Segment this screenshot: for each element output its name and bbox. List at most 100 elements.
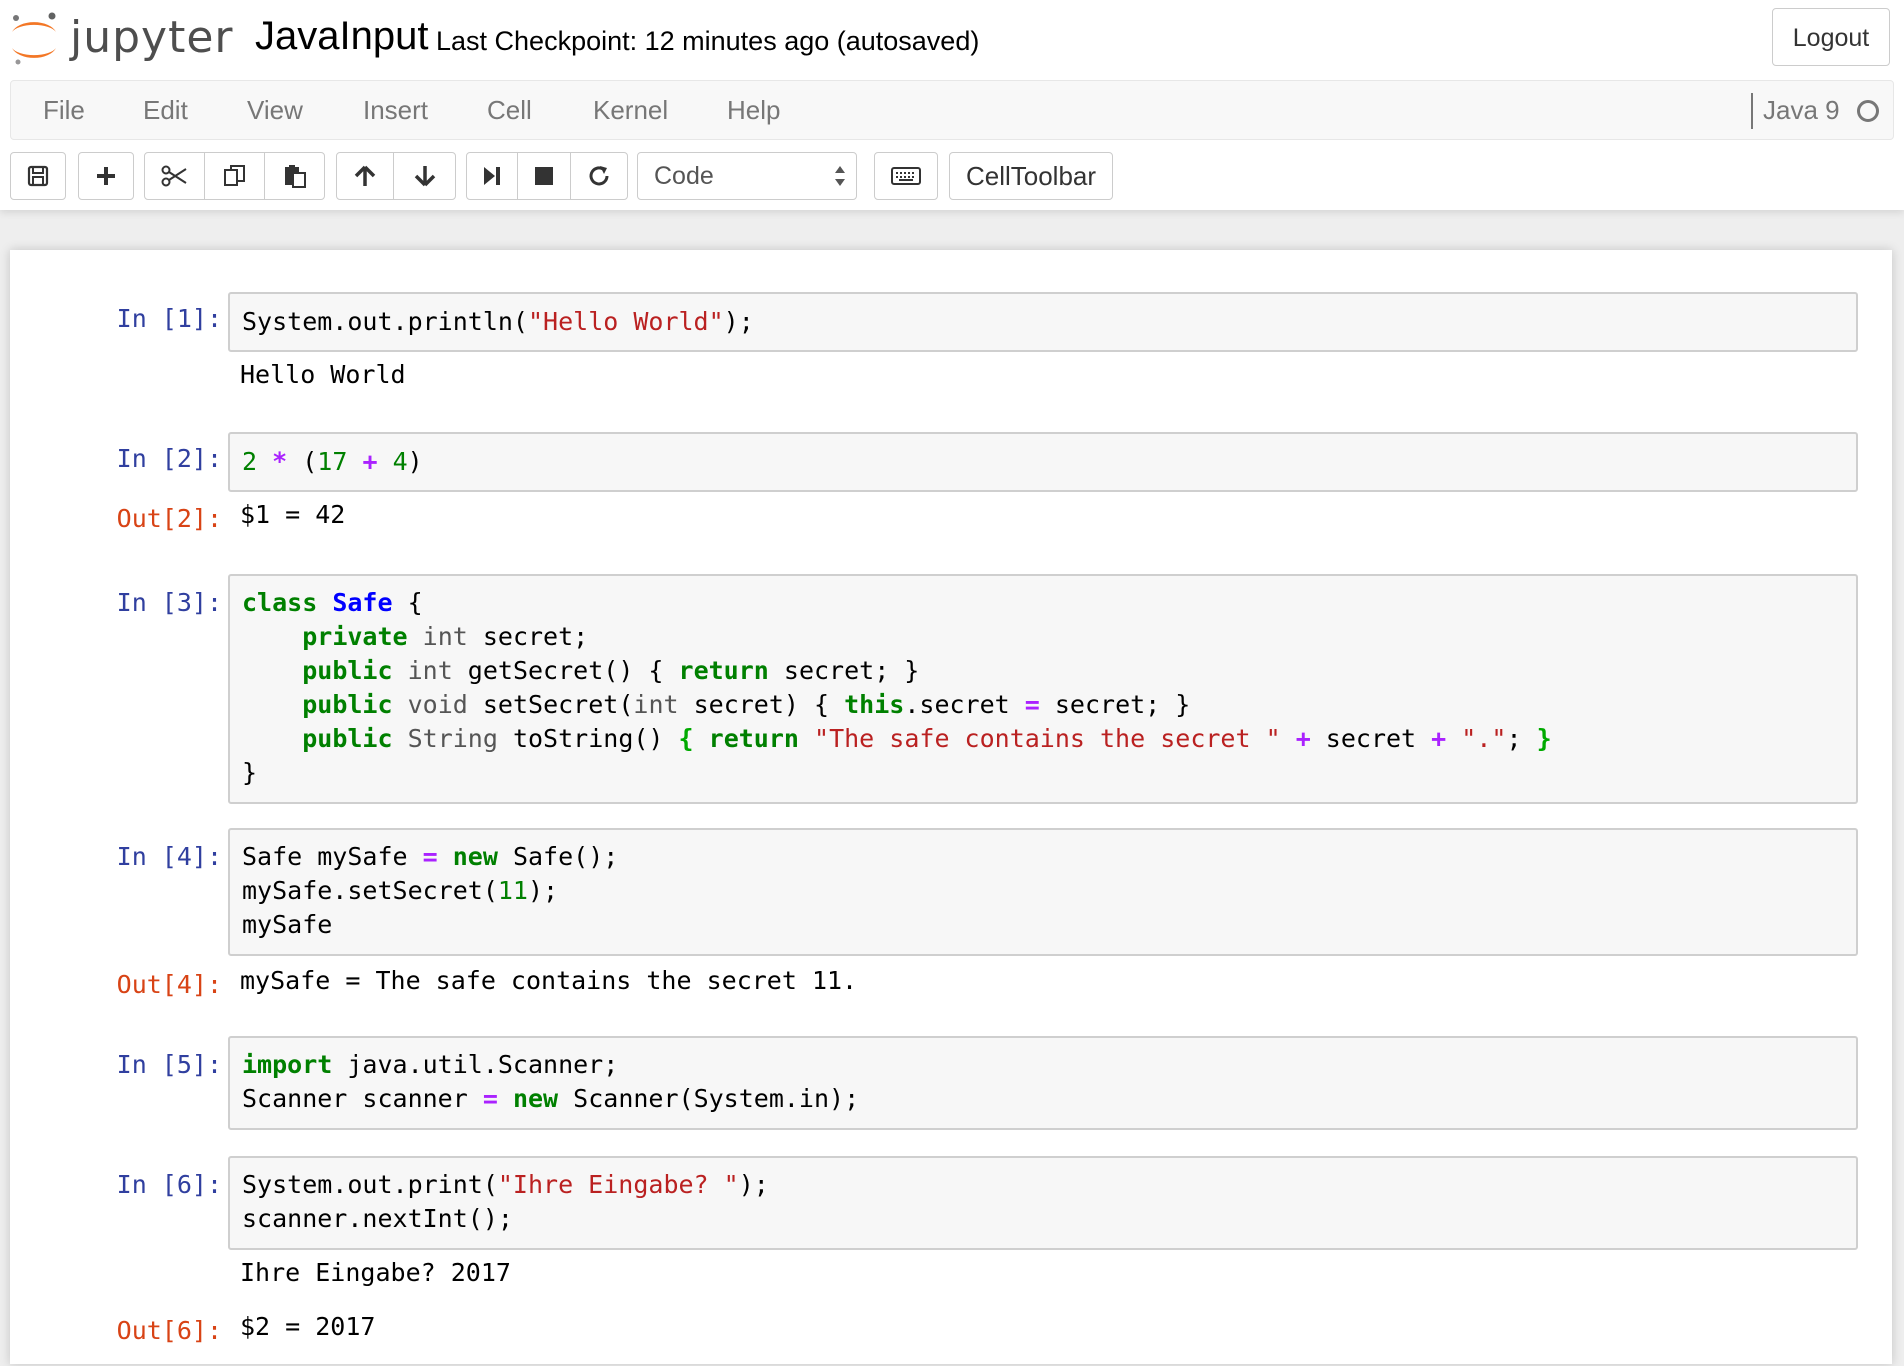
code-cell[interactable]: In [2]: 2 * (17 + 4) Out[2]: $1 = 42 [10,432,1892,542]
code-input[interactable]: 2 * (17 + 4) [228,432,1858,492]
code-token: public void setSecret(int secret) { this… [302,690,1191,719]
jupyter-logo-icon [12,12,56,65]
insert-cell-button[interactable] [78,152,134,200]
keyboard-icon [891,167,921,185]
stream-output: Hello World [240,360,406,389]
code-token: public int getSecret() { return secret; … [302,656,920,685]
menu-cell[interactable]: Cell [487,81,532,139]
code-line: System.out.print("Ihre Eingabe? "); [242,1168,769,1202]
kernel-name[interactable]: Java 9 [1763,81,1840,139]
stream-output: Ihre Eingabe? 2017 [240,1258,511,1287]
code-input[interactable]: System.out.println("Hello World"); [228,292,1858,352]
code-token: Safe mySafe = new Safe(); [242,842,619,871]
code-token: } [242,758,258,787]
input-prompt: In [5]: [116,1050,222,1079]
code-line: 2 * (17 + 4) [242,445,423,479]
header: jupyter JavaInput Last Checkpoint: 12 mi… [0,0,1904,210]
code-line: import java.util.Scanner; [242,1048,618,1082]
arrow-up-icon [354,165,376,186]
stop-icon [535,167,553,185]
run-icon [484,167,500,185]
execute-result: $1 = 42 [240,500,346,529]
code-token: import java.util.Scanner; [242,1050,619,1079]
celltoolbar-label: CellToolbar [965,160,1097,191]
menubar: File Edit View Insert Cell Kernel Help J… [10,80,1894,140]
output-prompt: Out[6]: [116,1316,222,1345]
cell-type-value: Code [654,162,714,190]
code-cell[interactable]: In [5]: import java.util.Scanner; Scanne… [10,1036,1892,1130]
move-up-button[interactable] [336,152,394,200]
execute-result: $2 = 2017 [240,1312,376,1341]
output-prompt: Out[2]: [116,504,222,533]
output-prompt: Out[4]: [116,970,222,999]
code-token: System.out.print("Ihre Eingabe? "); [242,1170,769,1199]
copy-button[interactable] [204,152,265,200]
paste-icon [284,165,306,188]
code-token: class Safe { [242,588,423,617]
logout-button[interactable]: Logout [1772,8,1890,66]
copy-icon [223,165,245,186]
save-icon [27,165,49,187]
menu-edit[interactable]: Edit [143,81,188,139]
kernel-idle-icon [1857,100,1879,122]
logo-text: jupyter [70,12,234,63]
code-input[interactable]: import java.util.Scanner; Scanner scanne… [228,1036,1858,1130]
code-line: public void setSecret(int secret) { this… [242,688,1190,722]
code-token: public String toString() { return "The s… [302,724,1552,753]
notebook-container: In [1]: System.out.println("Hello World"… [10,250,1892,1364]
cell-type-select[interactable]: Code [637,152,857,200]
code-input[interactable]: class Safe { private int secret; public … [228,574,1858,804]
code-line: public String toString() { return "The s… [242,722,1552,756]
input-prompt: In [2]: [116,444,222,473]
code-token: mySafe.setSecret(11); [242,876,559,905]
code-line: Safe mySafe = new Safe(); [242,840,618,874]
menu-help[interactable]: Help [727,81,780,139]
celltoolbar-button[interactable]: CellToolbar [949,152,1113,200]
code-token: Scanner scanner = new Scanner(System.in)… [242,1084,860,1113]
menu-view[interactable]: View [247,81,303,139]
code-token: System.out.println("Hello World"); [242,307,754,336]
code-line: scanner.nextInt(); [242,1202,513,1236]
execute-result: mySafe = The safe contains the secret 11… [240,966,858,995]
code-line: System.out.println("Hello World"); [242,305,754,339]
input-prompt: In [3]: [116,588,222,617]
move-down-button[interactable] [393,152,456,200]
cut-icon [161,165,187,187]
cut-button[interactable] [144,152,205,200]
kernel-separator [1751,93,1753,129]
arrow-down-icon [414,166,435,187]
restart-icon [589,166,609,186]
jupyter-logo[interactable]: jupyter [8,6,233,70]
input-prompt: In [6]: [116,1170,222,1199]
restart-button[interactable] [570,152,628,200]
code-cell[interactable]: In [1]: System.out.println("Hello World"… [10,292,1892,402]
save-button[interactable] [10,152,66,200]
code-line: Scanner scanner = new Scanner(System.in)… [242,1082,859,1116]
code-line: mySafe.setSecret(11); [242,874,558,908]
menu-file[interactable]: File [43,81,85,139]
code-token: private int secret; [302,622,589,651]
paste-button[interactable] [264,152,325,200]
code-token: 2 * (17 + 4) [242,447,423,476]
input-prompt: In [4]: [116,842,222,871]
input-prompt: In [1]: [116,304,222,333]
code-line: class Safe { [242,586,423,620]
code-cell[interactable]: In [4]: Safe mySafe = new Safe(); mySafe… [10,828,1892,1008]
code-input[interactable]: Safe mySafe = new Safe(); mySafe.setSecr… [228,828,1858,956]
code-cell[interactable]: In [3]: class Safe { private int secret;… [10,574,1892,804]
notebook-name[interactable]: JavaInput [255,14,428,59]
interrupt-button[interactable] [517,152,571,200]
command-palette-button[interactable] [874,152,938,200]
checkpoint-status: Last Checkpoint: 12 minutes ago (autosav… [436,26,980,56]
menu-insert[interactable]: Insert [363,81,428,139]
code-token: mySafe [242,910,333,939]
code-line: mySafe [242,908,332,942]
run-button[interactable] [466,152,518,200]
code-cell[interactable]: In [6]: System.out.print("Ihre Eingabe? … [10,1156,1892,1366]
plus-icon [97,167,115,185]
code-input[interactable]: System.out.print("Ihre Eingabe? "); scan… [228,1156,1858,1250]
select-arrows-icon [835,166,845,186]
code-line: private int secret; [242,620,588,654]
menu-kernel[interactable]: Kernel [593,81,668,139]
code-line: } [242,756,257,790]
